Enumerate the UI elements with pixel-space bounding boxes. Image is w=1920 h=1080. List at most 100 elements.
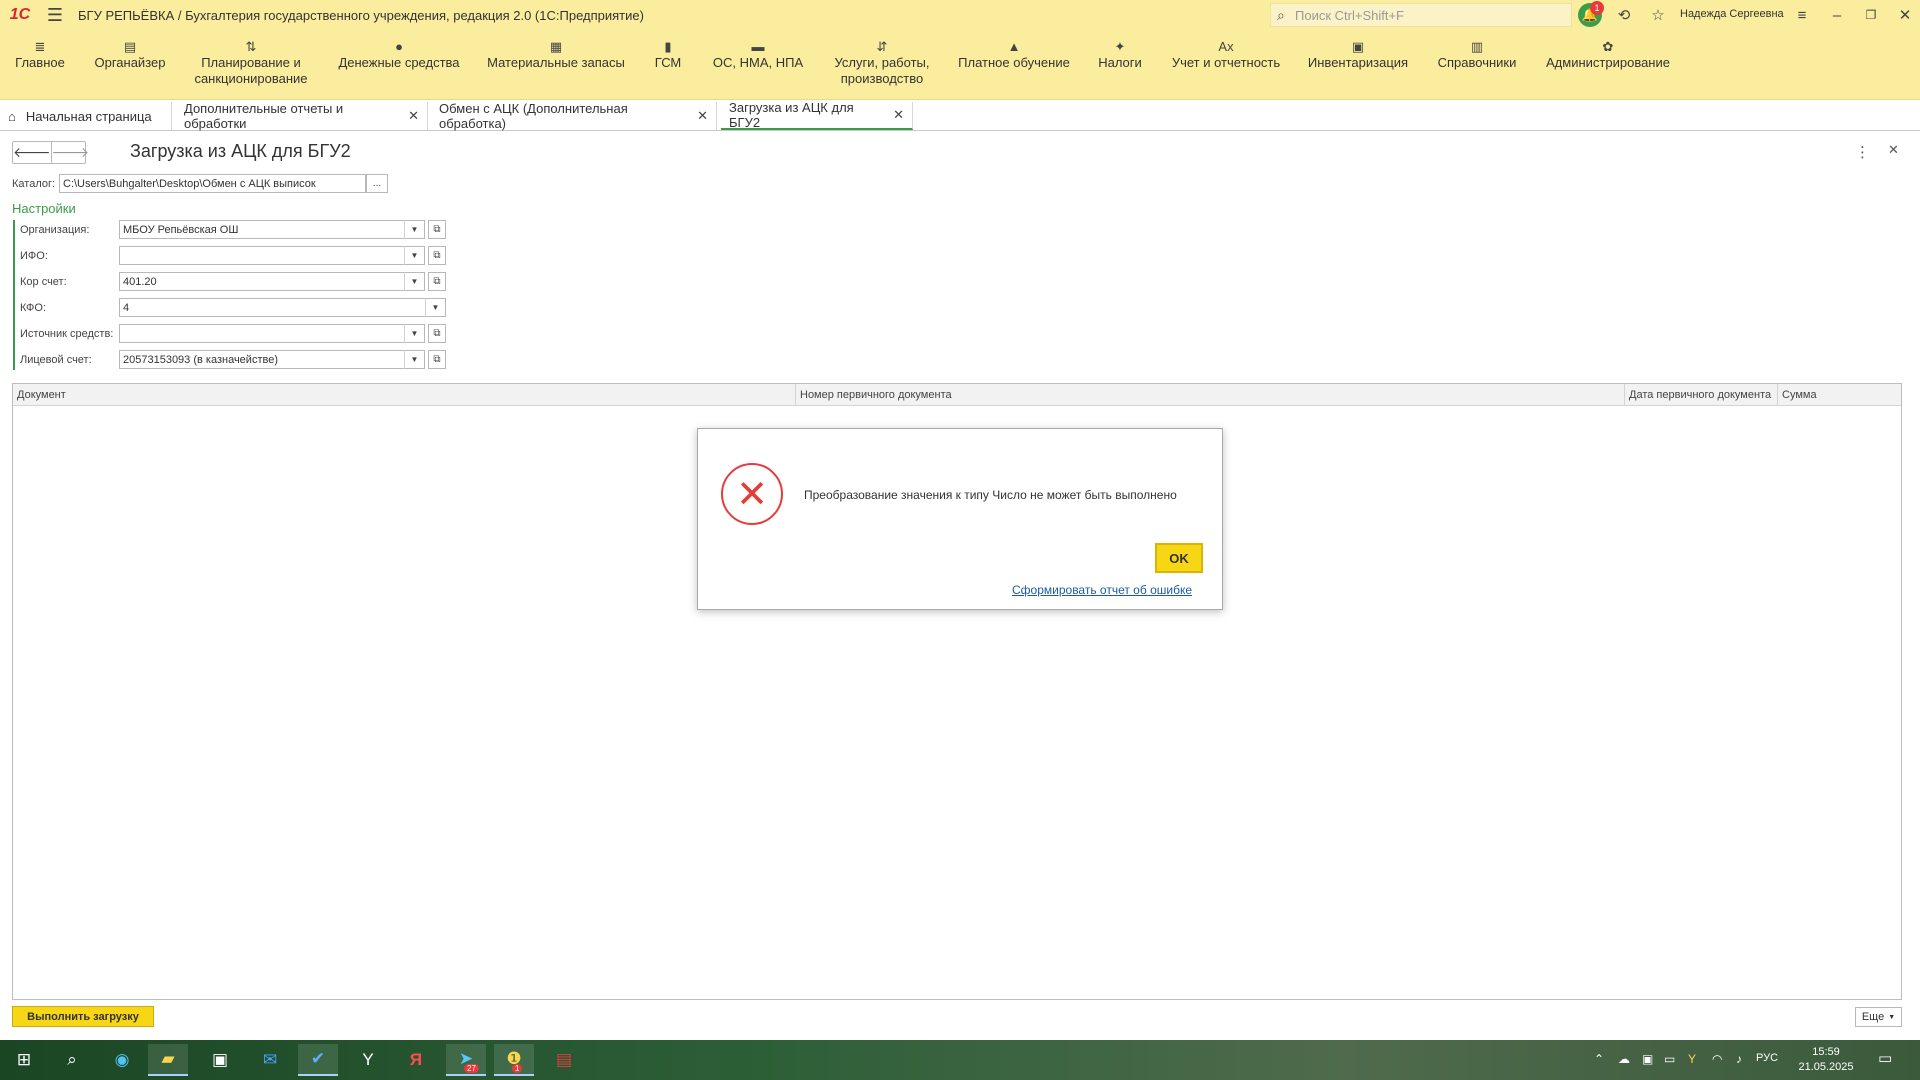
outlook-icon[interactable]: ✉ [250,1044,290,1076]
home-icon: ⌂ [8,108,16,124]
volume-icon[interactable]: ♪ [1736,1052,1742,1066]
column-document[interactable]: Документ [13,384,795,406]
file-explorer-icon[interactable]: ▰ [148,1044,188,1076]
settings-group-title[interactable]: Настройки [12,201,76,216]
close-window-icon[interactable]: ✕ [1893,3,1917,27]
section-assets[interactable]: ▬ ОС, НМА, НПА [708,30,808,100]
open-icon[interactable]: ⧉ [428,350,446,369]
catalog-field[interactable]: C:\Users\Buhgalter\Desktop\Обмен с АЦК в… [59,174,366,193]
section-cash[interactable]: ● Денежные средства [334,30,464,100]
accounting-icon: Ax [1218,39,1234,54]
main-menu-icon[interactable]: ☰ [40,0,70,30]
close-form-icon[interactable]: ✕ [1888,142,1899,158]
settings-menu-icon[interactable]: ≡ [1790,3,1814,27]
section-label: ГСМ [654,55,682,70]
yandex-browser-icon[interactable]: Y [348,1044,388,1076]
history-icon[interactable]: ⟲ [1612,3,1636,27]
open-icon[interactable]: ⧉ [428,220,446,239]
account-value: 20573153093 (в казначействе) [123,353,278,366]
kfo-field[interactable]: 4 [119,298,446,317]
battery-icon[interactable]: ▭ [1664,1052,1675,1066]
source-field[interactable] [119,324,425,343]
pdf-reader-icon[interactable]: ▤ [544,1044,584,1076]
search-input[interactable]: ⌕ Поиск Ctrl+Shift+F [1270,3,1572,27]
tab-acc-import[interactable]: Загрузка из АЦК для БГУ2 ✕ [721,100,913,130]
catalog-browse-button[interactable]: ... [366,174,388,193]
tab-acc-exchange[interactable]: Обмен с АЦК (Дополнительная обработка) ✕ [431,101,717,131]
open-icon[interactable]: ⧉ [428,272,446,291]
section-organizer[interactable]: ▤ Органайзер [88,30,172,100]
section-fuel[interactable]: ▮ ГСМ [648,30,688,100]
tab-additional-reports[interactable]: Дополнительные отчеты и обработки ✕ [176,101,428,131]
column-sum[interactable]: Сумма [1777,384,1901,406]
emblem-icon: ✦ [1114,39,1126,54]
notifications-icon[interactable]: ▭ [1878,1049,1892,1067]
kor-field[interactable]: 401.20 [119,272,425,291]
user-name[interactable]: Надежда Сергеевна [1680,8,1784,20]
telegram-badge: 27 [464,1064,479,1073]
chevron-down-icon[interactable]: ▼ [404,324,424,343]
chevron-down-icon[interactable]: ▼ [404,246,424,265]
account-field[interactable]: 20573153093 (в казначействе) [119,350,425,369]
tools-icon: ⇵ [876,39,888,54]
tab-home[interactable]: ⌂ Начальная страница [0,102,172,130]
graduation-icon: ▲ [1007,39,1021,54]
tray-app-icon[interactable]: ▣ [1642,1052,1653,1066]
favorites-star-icon[interactable]: ☆ [1646,3,1670,27]
section-label: Органайзер [94,55,166,70]
search-icon[interactable]: ⌕ [52,1044,92,1076]
todo-icon[interactable]: ✔ [298,1044,338,1076]
open-icon[interactable]: ⧉ [428,324,446,343]
grid-icon: ▦ [549,39,563,54]
language-indicator[interactable]: РУС [1756,1052,1778,1064]
close-tab-icon[interactable]: ✕ [697,108,708,124]
chevron-down-icon[interactable]: ▼ [404,272,424,291]
menu-icon: ≣ [34,39,46,54]
section-planning[interactable]: ⇅ Планирование и санкционирование [190,30,312,100]
section-services[interactable]: ⇵ Услуги, работы, производство [826,30,938,100]
section-paid-education[interactable]: ▲ Платное обучение [954,30,1074,100]
1c-logo[interactable]: 1С [0,0,40,30]
store-icon[interactable]: ▣ [200,1044,240,1076]
back-arrow-icon[interactable]: 🡐 [13,142,52,163]
clock[interactable]: 15:59 21.05.2025 [1796,1045,1856,1075]
fuel-icon: ▮ [664,39,672,54]
section-inventory[interactable]: ▣ Инвентаризация [1304,30,1412,100]
error-report-link[interactable]: Сформировать отчет об ошибке [1012,583,1192,597]
run-import-button[interactable]: Выполнить загрузку [12,1006,154,1027]
more-button[interactable]: Еще ▼ [1855,1007,1902,1027]
chevron-down-icon[interactable]: ▼ [404,350,424,369]
close-tab-icon[interactable]: ✕ [893,107,904,123]
section-taxes[interactable]: ✦ Налоги [1092,30,1148,100]
chevron-down-icon[interactable]: ▼ [404,220,424,239]
tray-chevron-icon[interactable]: ⌃ [1594,1052,1604,1066]
ifo-label: ИФО: [20,250,48,262]
restore-icon[interactable]: ❐ [1859,3,1883,27]
column-doc-number[interactable]: Номер первичного документа [795,384,1624,406]
close-tab-icon[interactable]: ✕ [408,108,419,124]
column-doc-date[interactable]: Дата первичного документа [1624,384,1777,406]
error-icon: ✕ [721,463,783,525]
section-accounting[interactable]: Ax Учет и отчетность [1164,30,1288,100]
yandex-icon[interactable]: Я [396,1044,436,1076]
section-materials[interactable]: ▦ Материальные запасы [486,30,626,100]
edge-browser-icon[interactable]: ◉ [102,1044,142,1076]
ifo-field[interactable] [119,246,425,265]
org-field[interactable]: МБОУ Репьёвская ОШ [119,220,425,239]
chevron-down-icon[interactable]: ▼ [425,298,445,317]
section-references[interactable]: ▥ Справочники [1432,30,1522,100]
kor-label: Кор счет: [20,276,67,288]
section-label: Налоги [1098,55,1142,70]
onedrive-icon[interactable]: ☁ [1618,1052,1630,1066]
section-admin[interactable]: ✿ Администрирование [1540,30,1676,100]
ok-button[interactable]: OK [1155,543,1203,573]
section-main[interactable]: ≣ Главное [8,30,72,100]
open-icon[interactable]: ⧉ [428,246,446,265]
windows-start-icon[interactable]: ⊞ [4,1044,44,1076]
forward-arrow-icon[interactable]: 🡒 [52,142,90,163]
minimize-icon[interactable]: ‒ [1825,3,1849,27]
section-label: Платное обучение [958,55,1070,70]
yandex-tray-icon[interactable]: Y [1688,1052,1696,1066]
wifi-icon[interactable]: ◠ [1712,1052,1722,1066]
more-actions-icon[interactable]: ⋮ [1855,143,1870,161]
